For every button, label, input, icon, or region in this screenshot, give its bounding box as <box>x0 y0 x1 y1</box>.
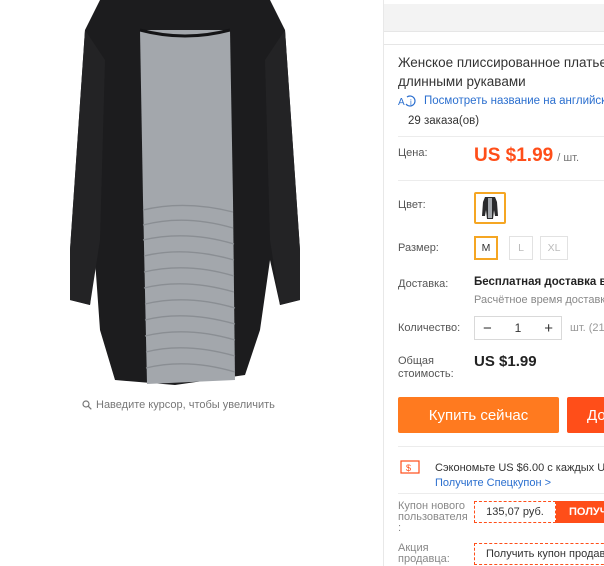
price-value: US $1.99 <box>474 145 554 166</box>
product-title-line2: длинными рукавами <box>398 74 526 89</box>
new-user-coupon-label: Купон нового пользователя : <box>398 501 474 534</box>
svg-text:i: i <box>410 98 412 107</box>
svg-text:A: A <box>398 97 405 108</box>
top-bar <box>384 4 604 32</box>
product-page: Наведите курсор, чтобы увеличить Женское… <box>0 0 604 566</box>
magnifier-icon <box>82 400 92 410</box>
quantity-available: шт. (21 <box>570 322 604 334</box>
color-swatch-image <box>482 197 498 219</box>
quantity-increase-button[interactable]: + <box>544 321 553 336</box>
new-user-coupon-label-line2: пользователя <box>398 511 468 523</box>
top-strip <box>384 0 604 45</box>
divider <box>398 493 604 494</box>
shipping-estimate: Расчётное время доставки <box>474 294 604 306</box>
add-to-cart-button[interactable]: До <box>567 397 604 433</box>
divider <box>398 446 604 447</box>
product-gallery: Наведите курсор, чтобы увеличить <box>0 0 385 566</box>
coupon-icon: $ <box>400 460 420 474</box>
total-label-line2: стоимость: <box>398 368 454 380</box>
get-coupon-button[interactable]: ПОЛУЧ <box>556 501 604 523</box>
shipping-label: Доставка: <box>398 278 449 290</box>
product-title: Женское плиссированное платье длинными р… <box>398 53 604 91</box>
seller-promo-label-line2: продавца: <box>398 553 450 565</box>
total-value: US $1.99 <box>474 353 537 370</box>
price-unit: / шт. <box>557 152 580 164</box>
shipping-method[interactable]: Бесплатная доставка в Р <box>474 276 604 288</box>
price-value-wrap: US $1.99/ шт. <box>474 145 579 167</box>
quantity-input[interactable]: 1 <box>515 321 522 335</box>
price-label: Цена: <box>398 147 428 159</box>
size-label: Размер: <box>398 242 439 254</box>
promo-link[interactable]: Получите Спецкупон > <box>435 477 551 489</box>
promo-text: Сэкономьте US $6.00 с каждых US <box>435 462 604 474</box>
zoom-hint: Наведите курсор, чтобы увеличить <box>82 399 275 411</box>
buy-now-button[interactable]: Купить сейчас <box>398 397 559 433</box>
translate-link[interactable]: A i Посмотреть название на английско <box>398 94 604 108</box>
quantity-label: Количество: <box>398 322 461 334</box>
size-option-m[interactable]: M <box>474 236 498 260</box>
translate-icon: A i <box>398 95 416 108</box>
zoom-hint-text: Наведите курсор, чтобы увеличить <box>96 399 275 411</box>
new-user-coupon-label-line3: : <box>398 522 402 534</box>
total-label-line1: Общая <box>398 355 434 367</box>
orders-count: 29 заказа(ов) <box>408 115 480 127</box>
quantity-decrease-button[interactable]: − <box>483 321 492 336</box>
size-option-xl[interactable]: XL <box>540 236 568 260</box>
svg-text:$: $ <box>406 463 411 473</box>
product-title-line1: Женское плиссированное платье <box>398 55 604 70</box>
divider <box>398 136 604 137</box>
product-details: Женское плиссированное платье длинными р… <box>383 0 604 566</box>
size-option-l[interactable]: L <box>509 236 533 260</box>
seller-coupon-button[interactable]: Получить купон продав <box>474 543 604 565</box>
total-label: Общая стоимость: <box>398 355 454 381</box>
divider <box>398 180 604 181</box>
seller-promo-label: Акция продавца: <box>398 543 474 565</box>
quantity-stepper: − 1 + <box>474 316 562 340</box>
top-divider <box>384 44 604 45</box>
product-main-image[interactable] <box>55 0 315 385</box>
color-label: Цвет: <box>398 199 426 211</box>
new-user-coupon-value: 135,07 руб. <box>474 501 556 523</box>
color-swatch-selected[interactable] <box>474 192 506 224</box>
translate-link-text[interactable]: Посмотреть название на английско <box>424 95 604 107</box>
